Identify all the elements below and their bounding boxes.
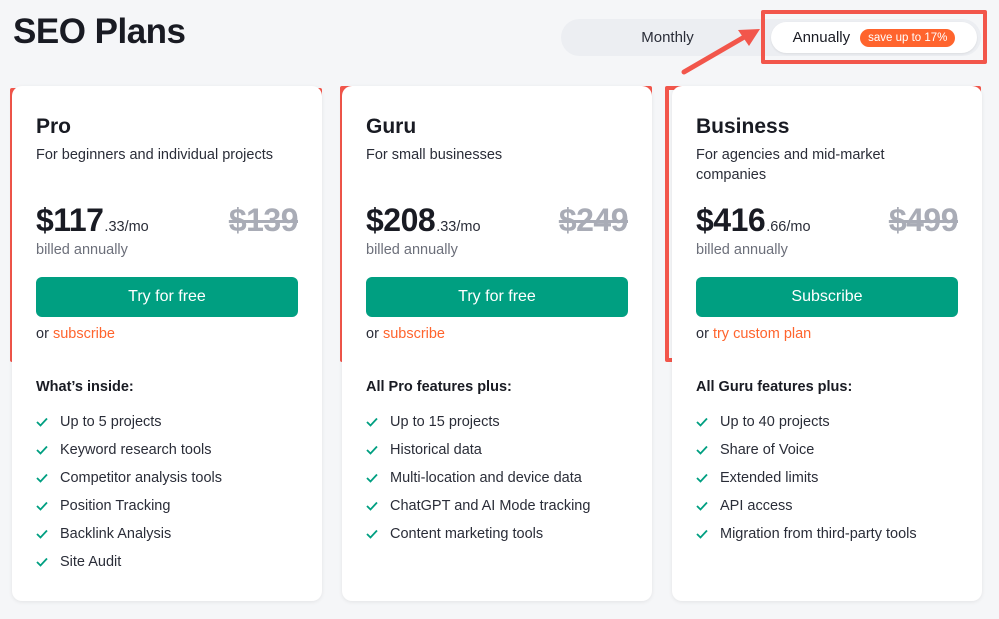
billed-note: billed annually (36, 242, 128, 258)
feature-label: Backlink Analysis (60, 526, 172, 542)
feature-label: Content marketing tools (390, 526, 544, 542)
subscribe-link[interactable]: subscribe (53, 326, 115, 342)
feature-label: Up to 5 projects (60, 414, 162, 430)
check-icon (366, 473, 378, 483)
alt-action: or subscribe (366, 326, 445, 342)
feature-label: Up to 15 projects (390, 414, 500, 430)
feature-label: Position Tracking (60, 498, 171, 514)
plan-name: Guru (366, 115, 417, 138)
price-main: $416 (696, 202, 766, 238)
check-icon (36, 529, 48, 539)
plan-name: Business (696, 115, 790, 138)
old-price: $139 (228, 202, 299, 238)
feature-item: Up to 40 projects (696, 408, 917, 436)
billed-note: billed annually (366, 242, 458, 258)
save-badge: save up to 17% (860, 28, 956, 47)
subscribe-link[interactable]: subscribe (383, 326, 445, 342)
check-icon (696, 501, 708, 511)
feature-item: API access (696, 492, 917, 520)
plan-description: For beginners and individual projects (36, 147, 273, 163)
check-icon (366, 501, 378, 511)
feature-list: Up to 5 projects Keyword research tools … (36, 408, 222, 576)
feature-label: Keyword research tools (60, 442, 212, 458)
check-icon (36, 445, 48, 455)
plan-card-pro: Pro For beginners and individual project… (12, 86, 322, 601)
feature-label: Site Audit (60, 554, 122, 570)
check-icon (36, 501, 48, 511)
billing-period-toggle: Monthly Annually save up to 17% (561, 19, 981, 56)
feature-list: Up to 40 projects Share of Voice Extende… (696, 408, 917, 548)
feature-label: Migration from third-party tools (720, 526, 917, 542)
old-price: $249 (558, 202, 629, 238)
feature-item: Multi-location and device data (366, 464, 590, 492)
price-main: $117 (36, 202, 104, 238)
feature-label: ChatGPT and AI Mode tracking (390, 498, 591, 514)
check-icon (696, 529, 708, 539)
feature-item: Up to 5 projects (36, 408, 222, 436)
feature-label: Share of Voice (720, 442, 815, 458)
feature-item: Migration from third-party tools (696, 520, 917, 548)
check-icon (696, 473, 708, 483)
try-for-free-button[interactable]: Try for free (36, 277, 298, 317)
plan-description: For agencies and mid-market companies (696, 147, 885, 183)
plan-description: For small businesses (366, 147, 503, 163)
price-cents: .33/mo (104, 219, 149, 235)
plan-price: $416 .66/mo (696, 202, 811, 239)
price-cents: .33/mo (436, 219, 481, 235)
feature-item: Keyword research tools (36, 436, 222, 464)
price-cents: .66/mo (766, 219, 811, 235)
check-icon (696, 445, 708, 455)
feature-label: API access (720, 498, 793, 514)
subscribe-button[interactable]: Subscribe (696, 277, 958, 317)
feature-item: Share of Voice (696, 436, 917, 464)
feature-label: Competitor analysis tools (60, 470, 222, 486)
toggle-annually[interactable]: Annually save up to 17% (771, 22, 977, 53)
feature-label: Extended limits (720, 470, 819, 486)
feature-item: Site Audit (36, 548, 222, 576)
feature-item: Extended limits (696, 464, 917, 492)
feature-item: Content marketing tools (366, 520, 590, 548)
plan-card-guru: Guru For small businesses $208 .33/mo $2… (342, 86, 652, 601)
custom-plan-link[interactable]: try custom plan (713, 326, 811, 342)
feature-item: Backlink Analysis (36, 520, 222, 548)
price-main: $208 (366, 202, 436, 238)
plan-name: Pro (36, 115, 72, 138)
try-for-free-button[interactable]: Try for free (366, 277, 628, 317)
features-heading: All Pro features plus: (366, 379, 512, 395)
feature-item: ChatGPT and AI Mode tracking (366, 492, 590, 520)
check-icon (36, 473, 48, 483)
alt-prefix: or (36, 326, 49, 342)
toggle-annually-label: Annually (792, 29, 851, 46)
features-heading: All Guru features plus: (696, 379, 853, 395)
plan-card-business: Business For agencies and mid-market com… (672, 86, 982, 601)
check-icon (366, 529, 378, 539)
feature-label: Up to 40 projects (720, 414, 830, 430)
plan-price: $208 .33/mo (366, 202, 481, 239)
page-title: SEO Plans (13, 12, 186, 51)
check-icon (366, 417, 378, 427)
billed-note: billed annually (696, 242, 788, 258)
feature-list: Up to 15 projects Historical data Multi-… (366, 408, 590, 548)
alt-prefix: or (696, 326, 709, 342)
check-icon (366, 445, 378, 455)
feature-item: Competitor analysis tools (36, 464, 222, 492)
alt-action: or try custom plan (696, 326, 811, 342)
alt-prefix: or (366, 326, 379, 342)
plan-price: $117 .33/mo (36, 202, 149, 239)
feature-label: Historical data (390, 442, 482, 458)
feature-item: Historical data (366, 436, 590, 464)
alt-action: or subscribe (36, 326, 115, 342)
feature-item: Position Tracking (36, 492, 222, 520)
toggle-monthly[interactable]: Monthly (561, 19, 774, 56)
features-heading: What’s inside: (36, 379, 134, 395)
feature-item: Up to 15 projects (366, 408, 590, 436)
check-icon (36, 417, 48, 427)
check-icon (696, 417, 708, 427)
check-icon (36, 557, 48, 567)
feature-label: Multi-location and device data (390, 470, 582, 486)
old-price: $499 (888, 202, 959, 238)
